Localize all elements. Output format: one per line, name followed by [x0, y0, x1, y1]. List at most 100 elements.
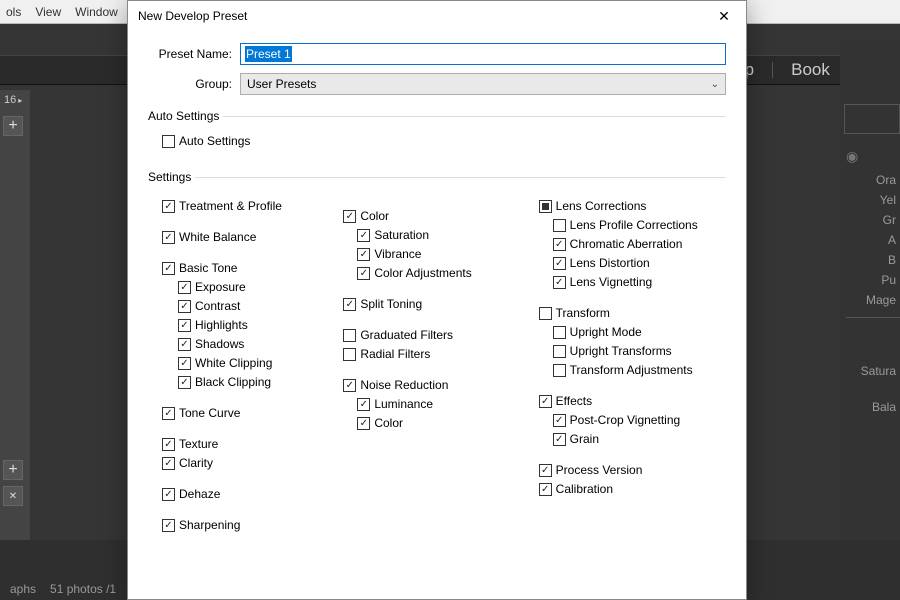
color-adjustments-checkbox[interactable] — [357, 267, 370, 280]
label-purple: Pu — [846, 273, 900, 287]
auto-settings-checkbox[interactable] — [162, 135, 175, 148]
sharpening-label: Sharpening — [179, 517, 240, 534]
white-clipping-checkbox[interactable] — [178, 357, 191, 370]
contrast-checkbox[interactable] — [178, 300, 191, 313]
bg-right-panel: ◉ Ora Yel Gr A B Pu Mage Satura Bala — [840, 40, 900, 600]
auto-settings-group: Auto Settings Auto Settings — [148, 109, 726, 156]
post-crop-label: Post-Crop Vignetting — [570, 412, 681, 429]
vibrance-label: Vibrance — [374, 246, 421, 263]
color-checkbox[interactable] — [343, 210, 356, 223]
preset-name-label: Preset Name: — [148, 47, 240, 61]
process-version-label: Process Version — [556, 462, 643, 479]
radial-filters-checkbox[interactable] — [343, 348, 356, 361]
calibration-checkbox[interactable] — [539, 483, 552, 496]
bg-left-strip: 16▸ + + ✕ — [0, 90, 30, 540]
auto-settings-label: Auto Settings — [179, 133, 250, 150]
upright-transforms-label: Upright Transforms — [570, 343, 672, 360]
calibration-label: Calibration — [556, 481, 613, 498]
label-blue: B — [846, 253, 900, 267]
post-crop-checkbox[interactable] — [553, 414, 566, 427]
basic-tone-checkbox[interactable] — [162, 262, 175, 275]
black-clipping-checkbox[interactable] — [178, 376, 191, 389]
sharpening-checkbox[interactable] — [162, 519, 175, 532]
lens-distortion-checkbox[interactable] — [553, 257, 566, 270]
exposure-label: Exposure — [195, 279, 246, 296]
tone-curve-checkbox[interactable] — [162, 407, 175, 420]
dialog-title: New Develop Preset — [138, 9, 247, 23]
preset-name-input[interactable]: Preset 1 — [240, 43, 726, 65]
transform-checkbox[interactable] — [539, 307, 552, 320]
lens-profile-checkbox[interactable] — [553, 219, 566, 232]
dehaze-label: Dehaze — [179, 486, 220, 503]
tab-book[interactable]: Book — [791, 60, 830, 80]
saturation-label: Saturation — [374, 227, 429, 244]
upright-transforms-checkbox[interactable] — [553, 345, 566, 358]
noise-reduction-checkbox[interactable] — [343, 379, 356, 392]
footer-aphs: aphs — [10, 582, 36, 596]
chromatic-label: Chromatic Aberration — [570, 236, 683, 253]
split-toning-label: Split Toning — [360, 296, 422, 313]
nr-color-label: Color — [374, 415, 403, 432]
group-select[interactable]: User Presets ⌄ — [240, 73, 726, 95]
close-icon[interactable]: ✕ — [706, 2, 742, 30]
contrast-label: Contrast — [195, 298, 240, 315]
upright-mode-label: Upright Mode — [570, 324, 642, 341]
texture-label: Texture — [179, 436, 218, 453]
nr-color-checkbox[interactable] — [357, 417, 370, 430]
label-balance: Bala — [846, 400, 900, 414]
treatment-profile-label: Treatment & Profile — [179, 198, 282, 215]
lens-distortion-label: Lens Distortion — [570, 255, 650, 272]
plus-icon[interactable]: + — [3, 116, 23, 136]
white-balance-checkbox[interactable] — [162, 231, 175, 244]
clarity-checkbox[interactable] — [162, 457, 175, 470]
dehaze-checkbox[interactable] — [162, 488, 175, 501]
texture-checkbox[interactable] — [162, 438, 175, 451]
settings-col-2: Color Saturation Vibrance Color Adjustme… — [343, 196, 530, 536]
lens-corrections-checkbox[interactable] — [539, 200, 552, 213]
highlights-label: Highlights — [195, 317, 248, 334]
luminance-label: Luminance — [374, 396, 433, 413]
close-icon[interactable]: ✕ — [3, 486, 23, 506]
transform-adjustments-checkbox[interactable] — [553, 364, 566, 377]
upright-mode-checkbox[interactable] — [553, 326, 566, 339]
vibrance-checkbox[interactable] — [357, 248, 370, 261]
menu-window[interactable]: Window — [75, 5, 118, 19]
lens-vignetting-label: Lens Vignetting — [570, 274, 653, 291]
label-green: Gr — [846, 213, 900, 227]
white-clipping-label: White Clipping — [195, 355, 272, 372]
label-saturation: Satura — [846, 364, 900, 378]
shadows-label: Shadows — [195, 336, 244, 353]
white-balance-label: White Balance — [179, 229, 256, 246]
lens-vignetting-checkbox[interactable] — [553, 276, 566, 289]
transform-label: Transform — [556, 305, 610, 322]
highlights-checkbox[interactable] — [178, 319, 191, 332]
menu-view[interactable]: View — [35, 5, 61, 19]
label-orange: Ora — [846, 173, 900, 187]
label-aqua: A — [846, 233, 900, 247]
graduated-filters-checkbox[interactable] — [343, 329, 356, 342]
chevron-down-icon: ⌄ — [711, 79, 719, 90]
bg-left-count: 16▸ — [0, 90, 30, 110]
basic-tone-label: Basic Tone — [179, 260, 237, 277]
menu-tools[interactable]: ols — [6, 5, 21, 19]
plus-icon-2[interactable]: + — [3, 460, 23, 480]
exposure-checkbox[interactable] — [178, 281, 191, 294]
settings-legend: Settings — [148, 170, 195, 184]
treatment-profile-checkbox[interactable] — [162, 200, 175, 213]
label-magenta: Mage — [846, 293, 900, 307]
grain-checkbox[interactable] — [553, 433, 566, 446]
dialog-titlebar: New Develop Preset ✕ — [128, 1, 746, 31]
saturation-checkbox[interactable] — [357, 229, 370, 242]
split-toning-checkbox[interactable] — [343, 298, 356, 311]
black-clipping-label: Black Clipping — [195, 374, 271, 391]
grain-label: Grain — [570, 431, 599, 448]
shadows-checkbox[interactable] — [178, 338, 191, 351]
settings-col-3: Lens Corrections Lens Profile Correction… — [539, 196, 726, 536]
luminance-checkbox[interactable] — [357, 398, 370, 411]
graduated-filters-label: Graduated Filters — [360, 327, 453, 344]
chromatic-checkbox[interactable] — [553, 238, 566, 251]
color-label: Color — [360, 208, 389, 225]
process-version-checkbox[interactable] — [539, 464, 552, 477]
effects-checkbox[interactable] — [539, 395, 552, 408]
label-yellow: Yel — [846, 193, 900, 207]
